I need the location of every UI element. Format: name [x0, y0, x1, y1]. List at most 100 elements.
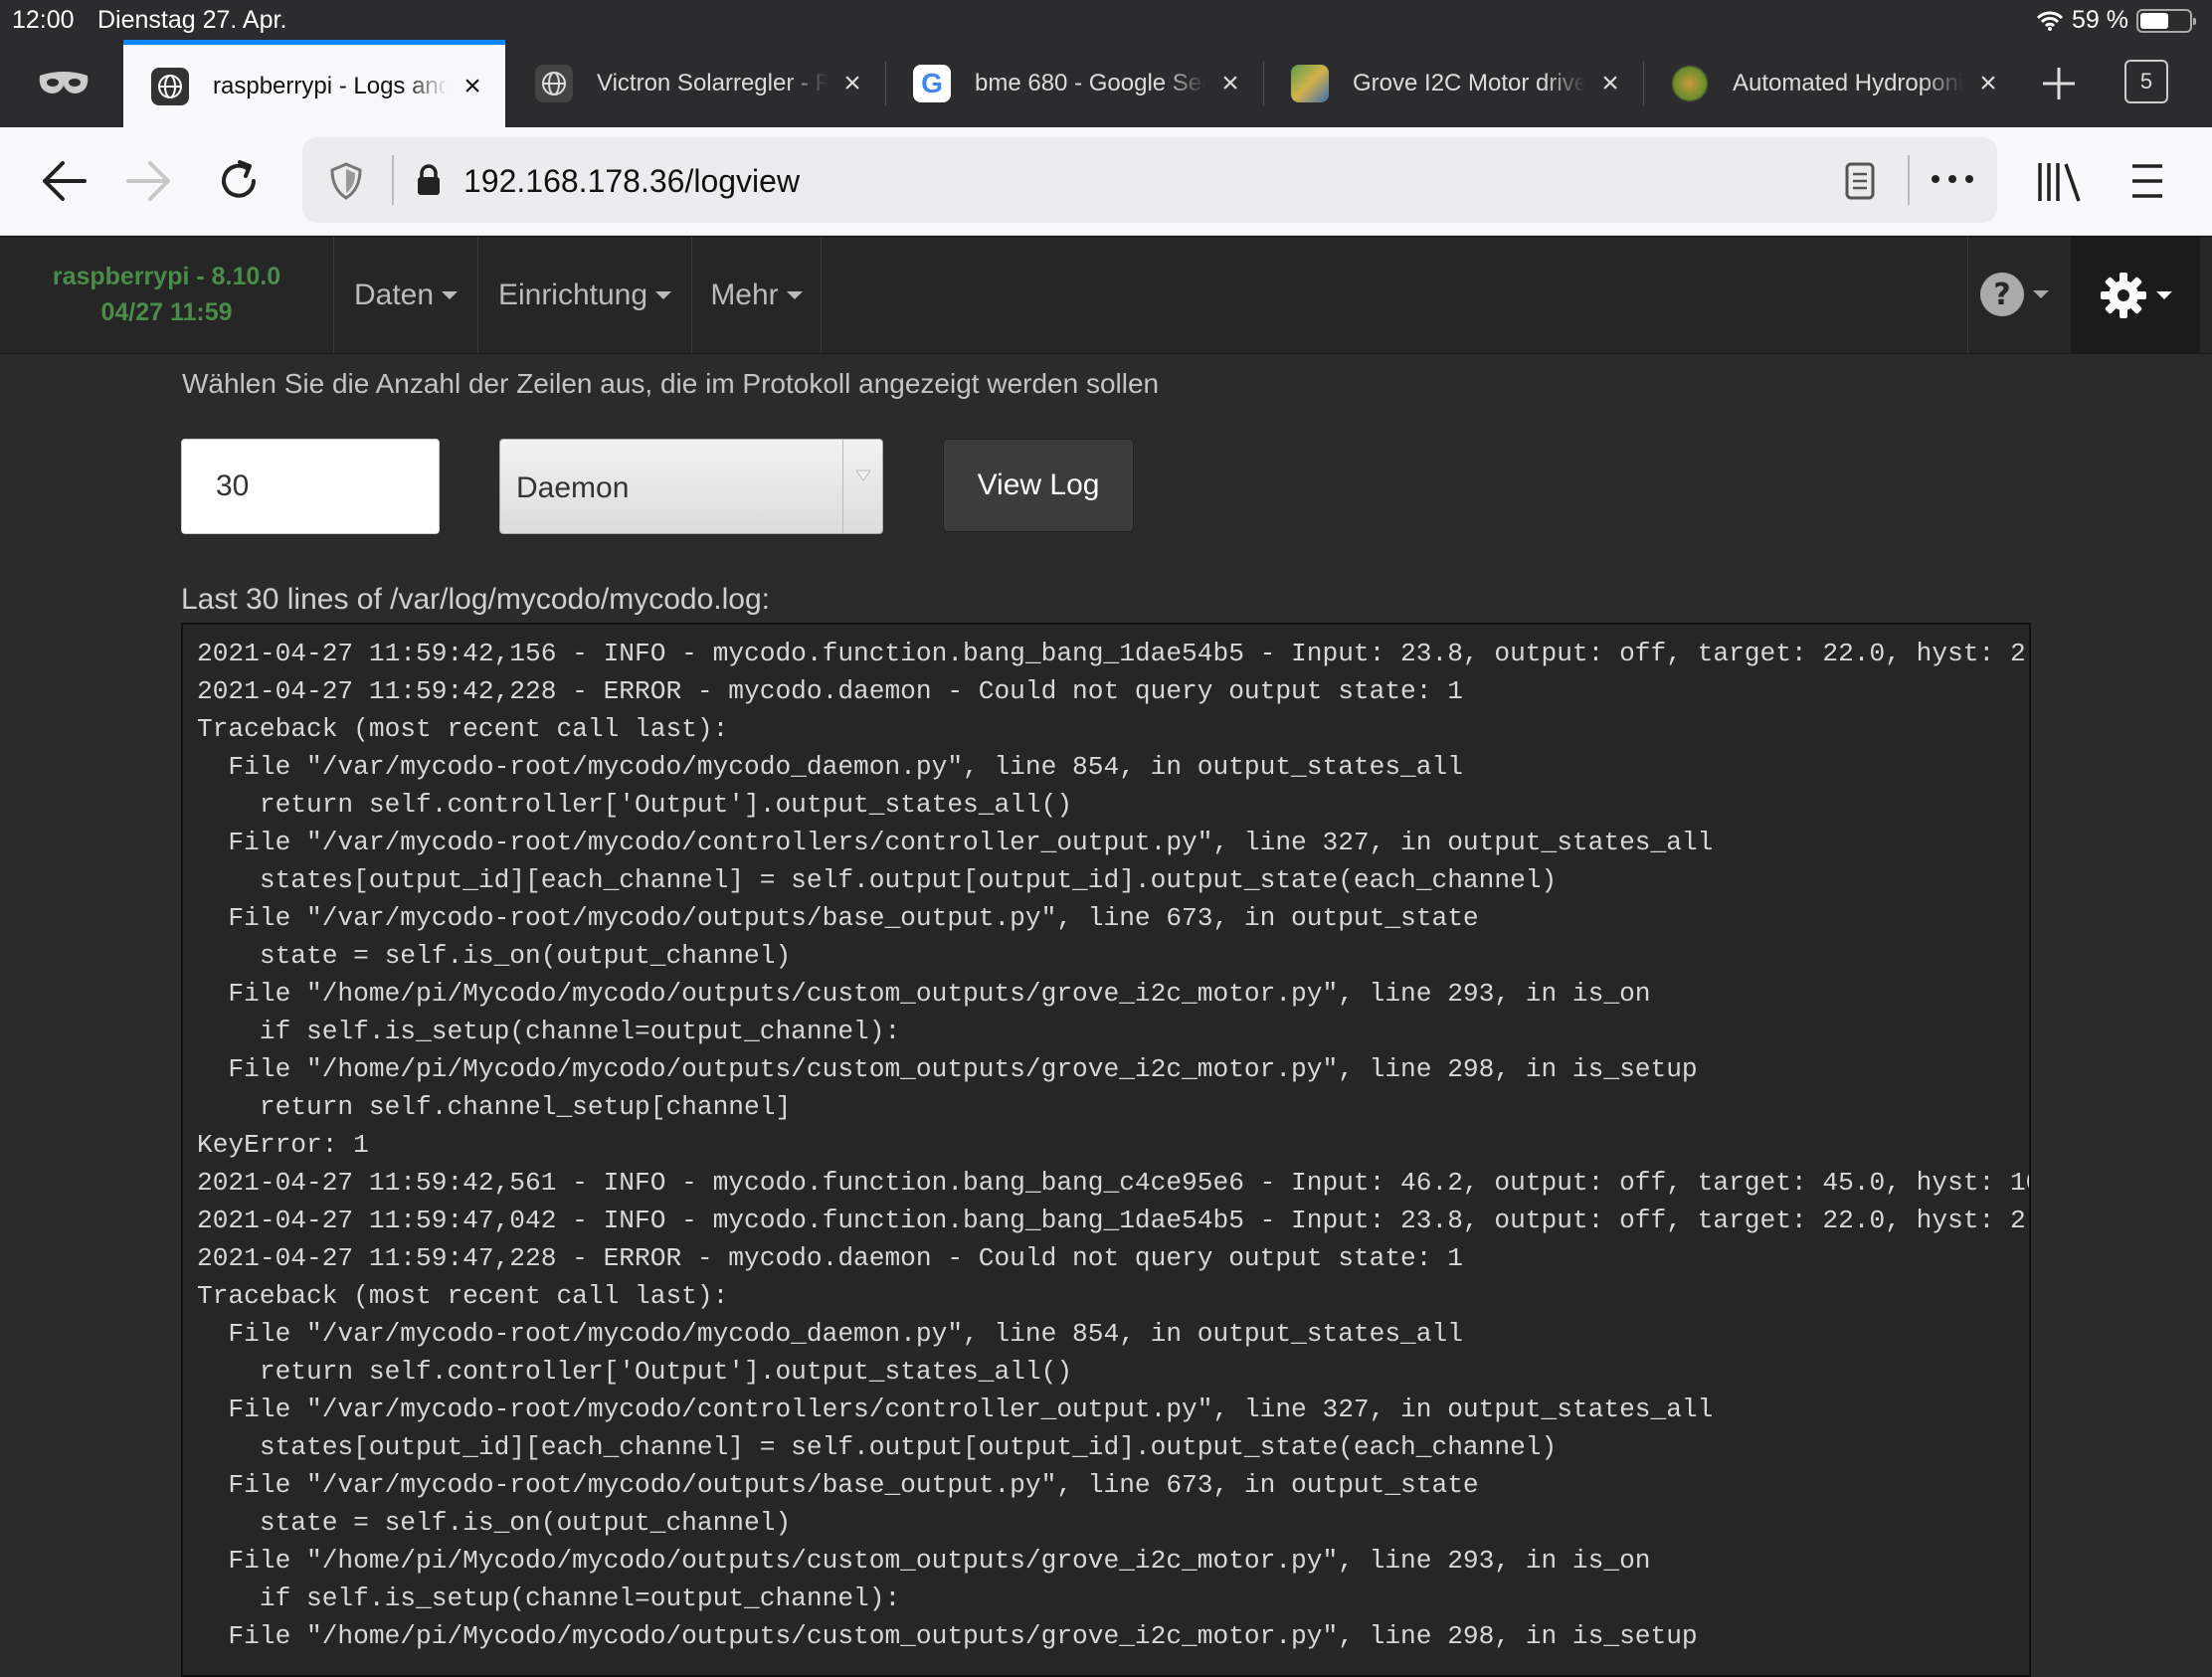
address-bar[interactable]: 192.168.178.36/logview	[302, 137, 1997, 223]
log-line: states[output_id][each_channel] = self.o…	[197, 865, 1558, 895]
battery-fill	[2140, 12, 2169, 29]
log-line: 2021-04-27 11:59:42,156 - INFO - mycodo.…	[197, 639, 2031, 668]
svg-text:?: ?	[1993, 278, 2010, 312]
log-line: return self.controller['Output'].output_…	[197, 1357, 1073, 1387]
brand-name: raspberrypi - 8.10.0	[52, 263, 281, 290]
tab-title: bme 680 - Google Search	[975, 70, 1205, 96]
log-line: state = self.is_on(output_channel)	[197, 941, 792, 971]
tab-title: Automated Hydroponics	[1733, 70, 1963, 96]
log-line: File "/home/pi/Mycodo/mycodo/outputs/cus…	[197, 1054, 1698, 1084]
log-lines: 2021-04-27 11:59:42,156 - INFO - mycodo.…	[183, 625, 2029, 1655]
globe-icon	[151, 67, 189, 105]
tab-title: Victron Solarregler - Forum	[597, 70, 828, 96]
settings-menu-button[interactable]	[2071, 237, 2200, 353]
back-button[interactable]	[32, 151, 95, 211]
tab-victron[interactable]: Victron Solarregler - Forum ×	[507, 40, 885, 127]
log-line: 2021-04-27 11:59:42,228 - ERROR - mycodo…	[197, 676, 1463, 706]
log-line: state = self.is_on(output_channel)	[197, 1508, 792, 1538]
new-tab-button[interactable]	[2037, 62, 2081, 105]
instruction-text: Wählen Sie die Anzahl der Zeilen aus, di…	[182, 368, 1160, 399]
log-line: File "/home/pi/Mycodo/mycodo/outputs/cus…	[197, 1621, 1698, 1651]
brand-time: 04/27 11:59	[100, 298, 233, 326]
tab-grove-motor[interactable]: Grove I2C Motor driver ×	[1263, 40, 1643, 127]
tab-count-button[interactable]: 5	[2124, 60, 2168, 103]
tab-bar: raspberrypi - Logs and Files × Victron S…	[0, 40, 2212, 127]
log-line: Traceback (most recent call last):	[197, 1281, 729, 1311]
log-line: KeyError: 1	[197, 1130, 369, 1160]
forward-button[interactable]	[117, 151, 181, 211]
private-browsing-mask-icon[interactable]	[36, 66, 92, 101]
log-type-select[interactable]: Daemon	[499, 439, 883, 534]
status-time: 12:00	[12, 6, 75, 34]
caret-down-icon	[2156, 290, 2172, 299]
wifi-icon	[2036, 11, 2064, 31]
google-icon: G	[913, 65, 951, 102]
help-menu-button[interactable]: ?	[1979, 271, 2059, 318]
tab-google-search[interactable]: G bme 680 - Google Search ×	[885, 40, 1263, 127]
log-line: return self.channel_setup[channel]	[197, 1092, 792, 1122]
log-line: File "/var/mycodo-root/mycodo/mycodo_dae…	[197, 1319, 1463, 1349]
nav-einrichtung[interactable]: Einrichtung	[478, 237, 692, 353]
log-line: 2021-04-27 11:59:47,228 - ERROR - mycodo…	[197, 1243, 1463, 1273]
reader-view-icon[interactable]	[1844, 161, 1876, 201]
nav-mehr[interactable]: Mehr	[692, 237, 822, 353]
log-line: 2021-04-27 11:59:42,561 - INFO - mycodo.…	[197, 1168, 2031, 1198]
caret-down-icon	[2033, 290, 2049, 298]
globe-icon	[535, 65, 573, 102]
tab-title: Grove I2C Motor driver	[1353, 70, 1585, 96]
close-icon[interactable]: ×	[837, 67, 867, 100]
divider	[392, 155, 394, 205]
library-icon[interactable]	[2035, 159, 2083, 205]
status-bar: 12:00 Dienstag 27. Apr. 59 %	[0, 0, 2212, 40]
status-date: Dienstag 27. Apr.	[97, 6, 287, 34]
nav-label: Einrichtung	[497, 278, 648, 311]
tab-raspberrypi-logs[interactable]: raspberrypi - Logs and Files ×	[123, 40, 505, 127]
nav-label: Mehr	[710, 278, 779, 311]
log-line: File "/home/pi/Mycodo/mycodo/outputs/cus…	[197, 1546, 1651, 1576]
divider	[1967, 237, 1968, 353]
log-line: if self.is_setup(channel=output_channel)…	[197, 1017, 901, 1046]
site-icon	[1671, 65, 1709, 102]
reload-button[interactable]	[207, 151, 271, 211]
close-icon[interactable]: ×	[1215, 67, 1245, 100]
nav-daten[interactable]: Daten	[334, 237, 478, 353]
log-type-value: Daemon	[516, 471, 630, 504]
gear-icon	[2101, 272, 2146, 318]
log-line: File "/var/mycodo-root/mycodo/outputs/ba…	[197, 1470, 1479, 1500]
log-line: File "/home/pi/Mycodo/mycodo/outputs/cus…	[197, 979, 1651, 1009]
close-icon[interactable]: ×	[458, 70, 487, 103]
status-indicators: 59 %	[2036, 6, 2196, 35]
caret-down-icon	[442, 290, 459, 299]
hamburger-menu-icon[interactable]	[2130, 161, 2164, 201]
nav-label: Daten	[353, 278, 435, 311]
question-circle-icon: ?	[1980, 273, 2024, 316]
log-line: states[output_id][each_channel] = self.o…	[197, 1432, 1558, 1462]
select-arrow-icon	[842, 440, 882, 533]
log-file-label: Last 30 lines of /var/log/mycodo/mycodo.…	[181, 583, 770, 616]
close-icon[interactable]: ×	[1595, 67, 1625, 100]
battery-icon	[2136, 8, 2196, 33]
log-line: File "/var/mycodo-root/mycodo/outputs/ba…	[197, 903, 1479, 933]
tracking-protection-shield-icon[interactable]	[328, 161, 364, 201]
tab-automated-hydroponics[interactable]: Automated Hydroponics ×	[1643, 40, 2021, 127]
log-line: 2021-04-27 11:59:47,042 - INFO - mycodo.…	[197, 1206, 2031, 1235]
log-line: Traceback (most recent call last):	[197, 714, 729, 744]
app-navbar: raspberrypi - 8.10.0 04/27 11:59 Daten E…	[0, 236, 2212, 354]
tab-count: 5	[2139, 69, 2153, 93]
page-actions-menu-icon[interactable]	[1930, 169, 1975, 189]
lines-count-input[interactable]	[181, 439, 440, 534]
close-icon[interactable]: ×	[1973, 67, 2003, 100]
browser-toolbar: 192.168.178.36/logview	[0, 127, 2212, 236]
lock-icon[interactable]	[416, 163, 442, 197]
battery-percent: 59 %	[2072, 6, 2128, 34]
log-line: File "/var/mycodo-root/mycodo/controller…	[197, 1395, 1714, 1424]
brand[interactable]: raspberrypi - 8.10.0 04/27 11:59	[0, 237, 334, 353]
log-output: 2021-04-27 11:59:42,156 - INFO - mycodo.…	[181, 623, 2031, 1677]
log-line: return self.controller['Output'].output_…	[197, 790, 1073, 820]
caret-down-icon	[786, 290, 803, 299]
log-line: File "/var/mycodo-root/mycodo/mycodo_dae…	[197, 752, 1463, 782]
log-line: if self.is_setup(channel=output_channel)…	[197, 1584, 901, 1613]
site-icon	[1291, 65, 1329, 102]
view-log-button[interactable]: View Log	[943, 439, 1134, 532]
divider	[1908, 155, 1910, 205]
